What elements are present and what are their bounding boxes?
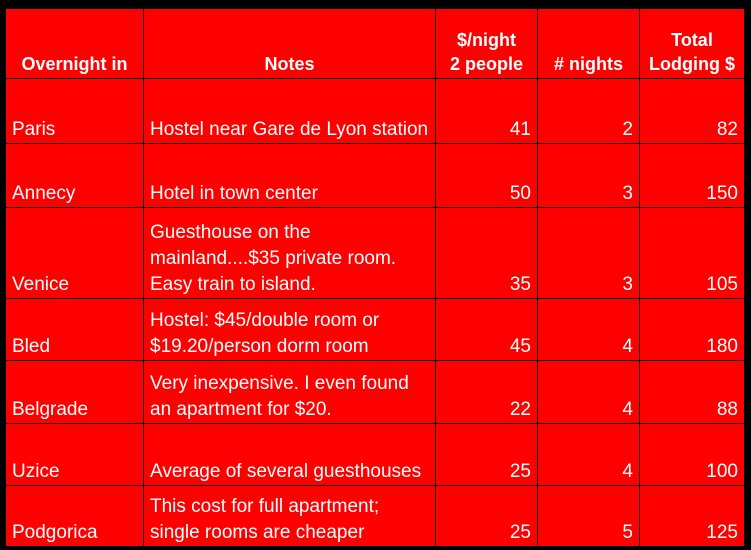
cell-total: 150	[639, 143, 745, 208]
cell-nights: 4	[537, 298, 640, 361]
cell-nights: 3	[537, 143, 640, 208]
header-row: Overnight in Notes $/night 2 people # ni…	[5, 8, 745, 79]
column-header-total-lodging: Total Lodging $	[639, 8, 745, 79]
column-header-overnight-in: Overnight in	[5, 8, 144, 79]
table-header: Overnight in Notes $/night 2 people # ni…	[5, 8, 745, 79]
cell-rate: 25	[435, 485, 538, 547]
cell-notes: This cost for full apartment; single roo…	[143, 485, 436, 547]
column-header-num-nights: # nights	[537, 8, 640, 79]
cell-nights: 3	[537, 207, 640, 299]
cell-nights: 4	[537, 423, 640, 486]
cell-rate: 41	[435, 78, 538, 144]
cell-rate: 35	[435, 207, 538, 299]
lodging-cost-table: Overnight in Notes $/night 2 people # ni…	[5, 8, 745, 547]
cell-notes: Hotel in town center	[143, 143, 436, 208]
cell-total: 180	[639, 298, 745, 361]
cell-notes: Average of several guesthouses	[143, 423, 436, 486]
cell-rate: 50	[435, 143, 538, 208]
table-row: Belgrade Very inexpensive. I even found …	[5, 360, 745, 424]
cell-place: Podgorica	[5, 485, 144, 547]
table-row: Annecy Hotel in town center 50 3 150	[5, 143, 745, 208]
cell-place: Annecy	[5, 143, 144, 208]
header-line: Lodging $	[649, 54, 735, 74]
column-header-notes: Notes	[143, 8, 436, 79]
table-row: Paris Hostel near Gare de Lyon station 4…	[5, 78, 745, 144]
cell-place: Belgrade	[5, 360, 144, 424]
cell-notes: Very inexpensive. I even found an apartm…	[143, 360, 436, 424]
table-row: Bled Hostel: $45/double room or $19.20/p…	[5, 298, 745, 361]
table-row: Venice Guesthouse on the mainland....$35…	[5, 207, 745, 299]
cell-notes: Hostel near Gare de Lyon station	[143, 78, 436, 144]
lodging-table-container: Overnight in Notes $/night 2 people # ni…	[5, 8, 745, 547]
cell-nights: 5	[537, 485, 640, 547]
cell-rate: 25	[435, 423, 538, 486]
table-row: Podgorica This cost for full apartment; …	[5, 485, 745, 547]
cell-place: Venice	[5, 207, 144, 299]
cell-total: 82	[639, 78, 745, 144]
cell-total: 100	[639, 423, 745, 486]
cell-nights: 4	[537, 360, 640, 424]
header-line: Notes	[264, 54, 315, 74]
cell-rate: 45	[435, 298, 538, 361]
header-line: # nights	[553, 54, 623, 74]
header-line: 2 people	[449, 54, 524, 74]
cell-notes: Guesthouse on the mainland....$35 privat…	[143, 207, 436, 299]
cell-nights: 2	[537, 78, 640, 144]
cell-place: Uzice	[5, 423, 144, 486]
cell-notes: Hostel: $45/double room or $19.20/person…	[143, 298, 436, 361]
cell-total: 125	[639, 485, 745, 547]
cell-rate: 22	[435, 360, 538, 424]
table-body: Paris Hostel near Gare de Lyon station 4…	[5, 78, 745, 547]
column-header-rate-per-night: $/night 2 people	[435, 8, 538, 79]
cell-total: 88	[639, 360, 745, 424]
header-line: Overnight in	[21, 54, 128, 74]
table-row: Uzice Average of several guesthouses 25 …	[5, 423, 745, 486]
cell-total: 105	[639, 207, 745, 299]
header-line: Total	[671, 30, 713, 50]
cell-place: Bled	[5, 298, 144, 361]
header-line: $/night	[457, 30, 516, 50]
cell-place: Paris	[5, 78, 144, 144]
